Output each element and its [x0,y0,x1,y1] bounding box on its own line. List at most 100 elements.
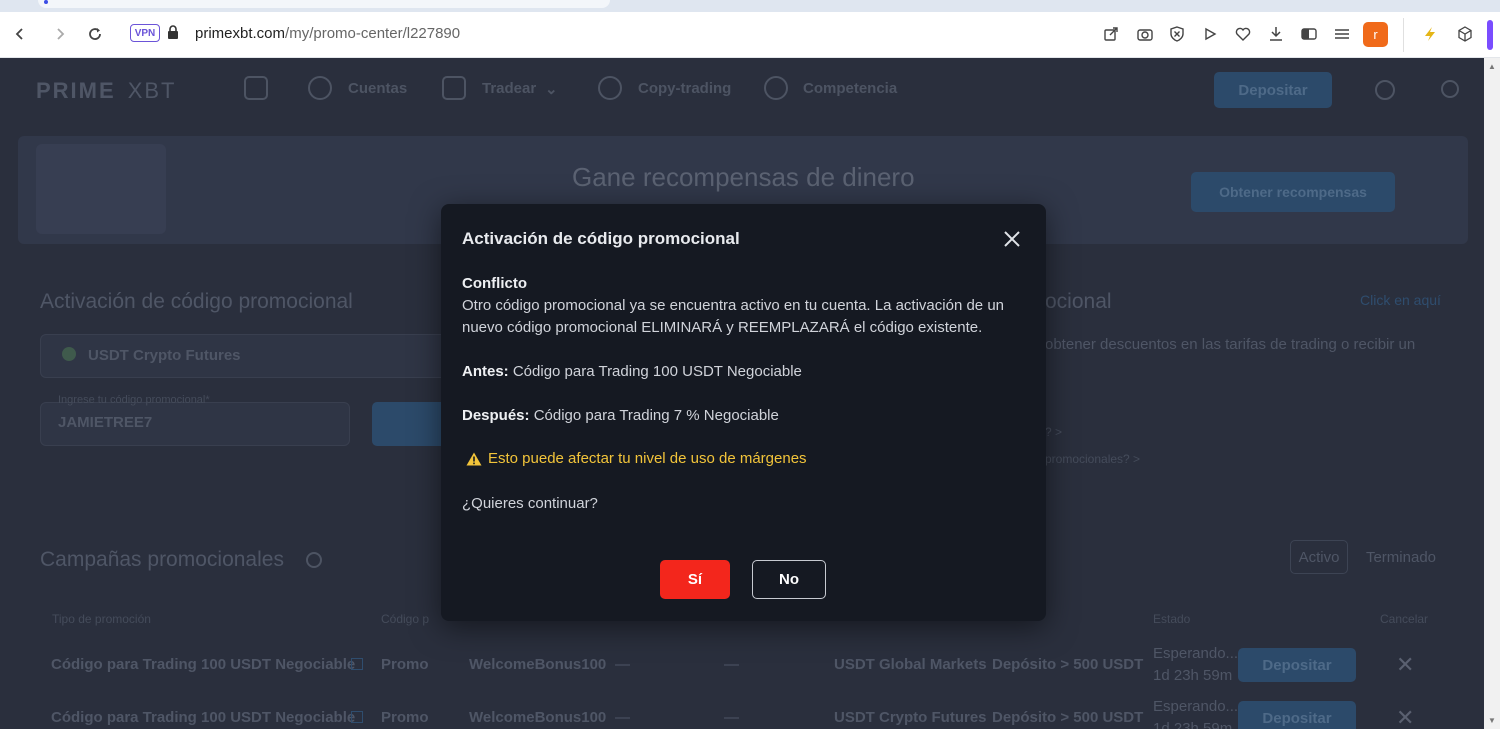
tab-favicon [44,0,48,4]
share-icon[interactable] [1099,22,1123,46]
cube-extension-icon[interactable] [1453,22,1477,46]
row1-cancel-icon[interactable]: ✕ [1396,652,1414,678]
row2-dash2: — [724,709,739,726]
before-value: Código para Trading 100 USDT Negociable [508,363,802,380]
info-icon[interactable] [306,552,322,568]
row1-name: Código para Trading 100 USDT Negociable [51,656,356,673]
chevron-down-icon: ⌄ [545,81,558,98]
right-link-1[interactable]: ? > [1045,425,1062,439]
vpn-badge[interactable]: VPN [130,24,160,42]
right-section-title: ocional [1045,290,1112,313]
browser-toolbar: VPN primexbt.com/my/promo-center/l227890… [0,12,1500,58]
activation-section-title: Activación de código promocional [40,290,353,313]
nav-competencia[interactable]: Competencia [803,80,897,97]
apps-grid-icon[interactable] [244,76,268,100]
banner-illustration [36,144,166,234]
usdt-icon [62,347,76,361]
after-value: Código para Trading 7 % Negociable [529,407,779,424]
conflict-line-1: Otro código promocional ya se encuentra … [462,297,1004,314]
row1-deposit-button[interactable]: Depositar [1238,648,1356,682]
close-icon[interactable] [999,226,1025,252]
row1-condition: Depósito > 500 USDT [992,656,1144,673]
warning-text: Esto puede afectar tu nivel de uso de má… [488,450,807,467]
logo-prime: PRIME [36,78,116,103]
row2-deposit-button[interactable]: Depositar [1238,701,1356,729]
trophy-icon [764,76,788,100]
bolt-extension-icon[interactable] [1418,22,1442,46]
menu-icon[interactable] [1330,22,1354,46]
before-row: Antes: Código para Trading 100 USDT Nego… [462,361,802,383]
browser-tab-strip [0,0,1500,12]
click-here-link[interactable]: Click en aquí [1360,292,1441,308]
activate-button[interactable] [372,402,452,446]
no-button[interactable]: No [752,560,826,599]
address-bar[interactable]: primexbt.com/my/promo-center/l227890 [195,25,460,42]
primexbt-logo[interactable]: PRIME XBT [36,78,176,104]
get-rewards-button[interactable]: Obtener recompensas [1191,172,1395,212]
page-scrollbar[interactable]: ▲ ▼ [1484,58,1500,729]
sidebar-icon[interactable] [1297,22,1321,46]
conflict-heading: Conflicto [462,275,527,292]
heart-icon[interactable] [1231,22,1255,46]
pie-chart-icon [308,76,332,100]
external-link-icon[interactable] [351,711,363,723]
copy-trading-icon [598,76,622,100]
row1-timer: 1d 23h 59m [1153,667,1233,684]
after-row: Después: Código para Trading 7 % Negocia… [462,405,779,427]
header-code: Código p [381,612,430,626]
after-label: Después: [462,407,530,424]
header-promo-type: Tipo de promoción [52,612,151,626]
play-icon[interactable] [1198,22,1222,46]
adblock-icon[interactable] [1165,22,1189,46]
yes-button[interactable]: Sí [660,560,730,599]
download-icon[interactable] [1264,22,1288,46]
user-icon[interactable] [1441,80,1459,98]
back-icon[interactable] [8,22,32,46]
nav-cuentas[interactable]: Cuentas [348,80,407,97]
camera-icon[interactable] [1133,22,1157,46]
promo-code-value: JAMIETREE7 [58,414,153,431]
row1-market: USDT Global Markets [834,656,987,673]
header-status: Estado [1153,612,1191,626]
url-host: primexbt.com [195,25,286,42]
extension-accent-bar [1487,20,1493,50]
row2-type: Promo [381,709,429,726]
header-cancel: Cancelar [1380,612,1429,626]
promo-conflict-modal: Activación de código promocional Conflic… [441,204,1046,621]
nav-deposit-button[interactable]: Depositar [1214,72,1332,108]
continue-question: ¿Quieres continuar? [462,495,598,512]
nav-tradear[interactable]: Tradear [482,80,536,97]
external-link-icon[interactable] [351,658,363,670]
warning-icon [466,452,482,465]
row1-dash2: — [724,656,739,673]
logo-xbt: XBT [127,78,177,103]
help-icon[interactable] [1375,80,1395,100]
row2-cancel-icon[interactable]: ✕ [1396,705,1414,729]
forward-icon[interactable] [48,22,72,46]
url-path: /my/promo-center/l227890 [285,25,461,42]
row2-timer: 1d 23h 59m [1153,720,1233,729]
lock-icon[interactable] [167,25,179,42]
banner-title: Gane recompensas de dinero [572,162,915,192]
scroll-up-icon[interactable]: ▲ [1488,62,1496,71]
right-info-text: obtener descuentos en las tarifas de tra… [1045,336,1416,353]
reload-icon[interactable] [83,22,107,46]
row1-status: Esperando... [1153,645,1239,662]
profile-avatar[interactable]: r [1363,22,1388,47]
tab-active[interactable]: Activo [1290,540,1348,574]
row2-status: Esperando... [1153,698,1239,715]
row2-market: USDT Crypto Futures [834,709,987,726]
scroll-down-icon[interactable]: ▼ [1488,716,1496,725]
campaigns-title: Campañas promocionales [40,548,284,571]
row1-type: Promo [381,656,429,673]
right-link-2[interactable]: promocionales? > [1045,452,1140,466]
margin-warning: Esto puede afectar tu nivel de uso de má… [466,450,807,467]
browser-tab[interactable] [38,0,610,8]
tab-finished[interactable]: Terminado [1356,540,1446,574]
modal-title: Activación de código promocional [462,229,740,248]
bar-chart-icon [442,76,466,100]
market-select-value: USDT Crypto Futures [88,347,241,364]
nav-copy-trading[interactable]: Copy-trading [638,80,731,97]
row1-code: WelcomeBonus100 [469,656,607,673]
toolbar-divider [1403,18,1404,52]
